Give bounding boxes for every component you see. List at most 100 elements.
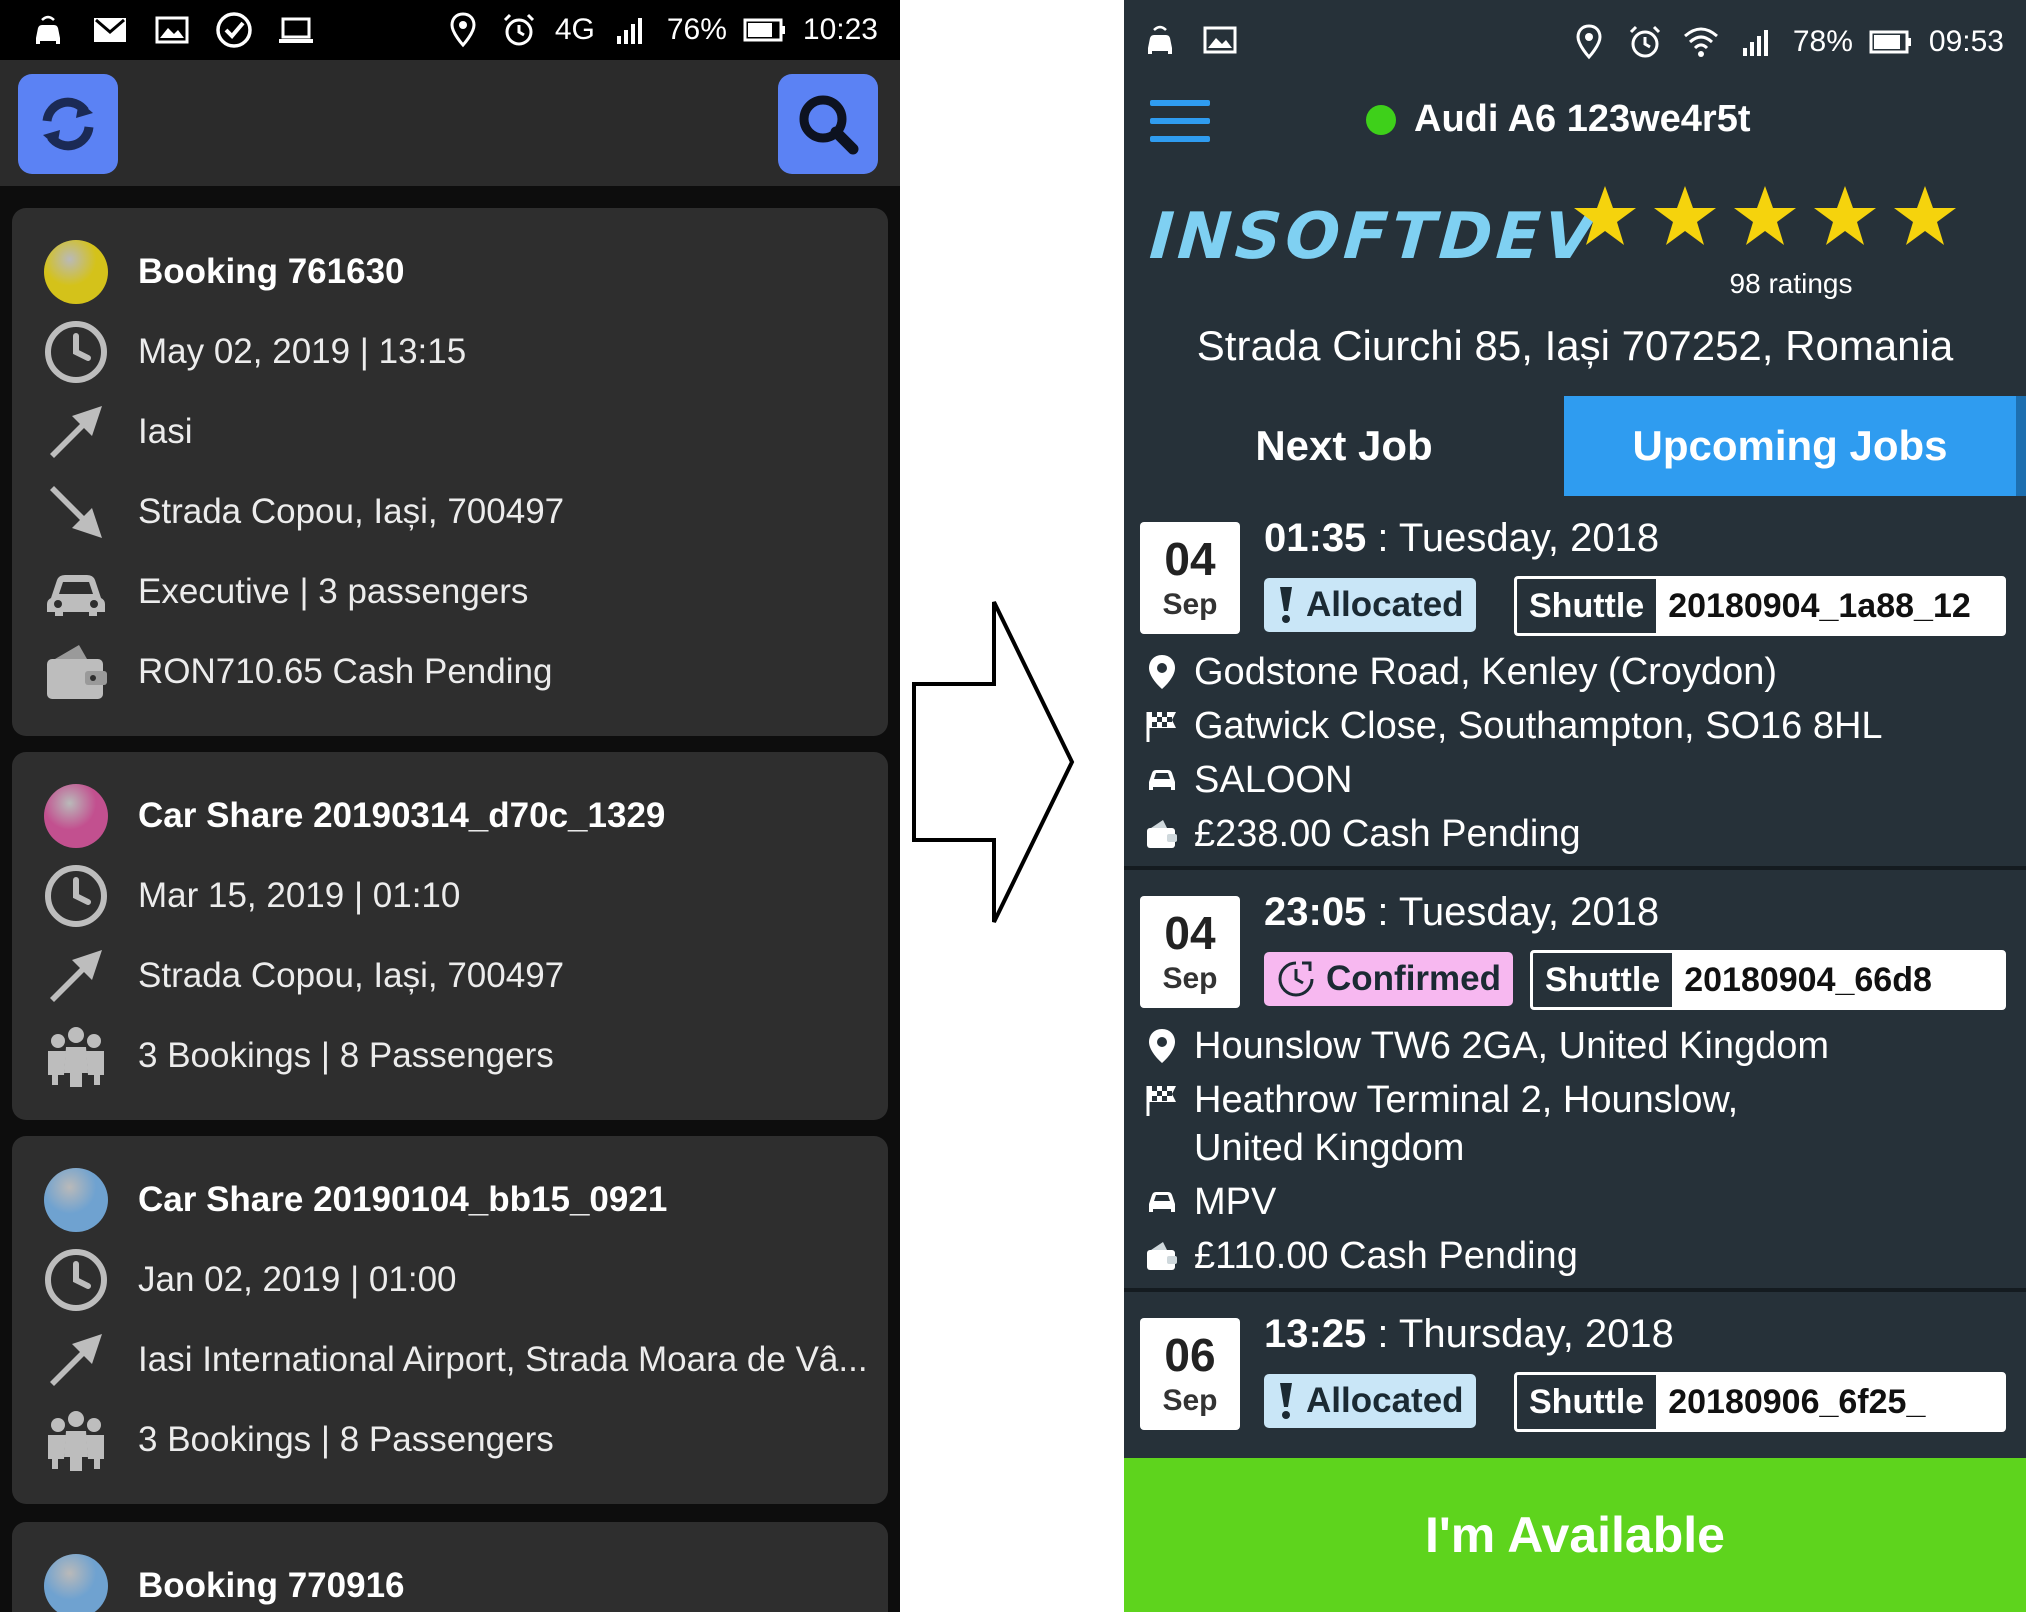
job-date-text: : Tuesday, 2018 (1366, 516, 1660, 560)
shuttle-tag: Shuttle 20180904_66d8 (1530, 950, 2006, 1010)
signal-icon (1742, 30, 1768, 56)
ratings-count: 98 ratings (1729, 268, 1853, 299)
exclamation-icon (1276, 585, 1296, 625)
booking-card[interactable]: Car Share 20190104_bb15_0921 Jan 02, 2019… (12, 1136, 888, 1504)
job-item[interactable]: 04 Sep 01:35 : Tuesday, 2018 Allocated Shutt… (1124, 496, 2026, 870)
booking-title: Booking 761630 (138, 252, 405, 291)
dropoff-arrow-icon (40, 476, 112, 548)
bookings-list[interactable]: Booking 761630 May 02, 2019 | 13:15 Iasi St… (0, 186, 900, 1612)
alarm-icon (503, 13, 534, 46)
booking-card[interactable]: Booking 761630 May 02, 2019 | 13:15 Iasi St… (12, 208, 888, 736)
tab-label: Upcoming Jobs (1632, 422, 1948, 469)
refresh-button[interactable] (18, 74, 118, 174)
app-header: Audi A6 123we4r5t (1124, 86, 2026, 176)
tab-scroll-edge (2016, 396, 2026, 496)
job-status-label: Allocated (1306, 1381, 1464, 1420)
booking-detail-text: Executive | 3 passengers (138, 572, 529, 611)
status-dot (44, 784, 108, 848)
battery-percent: 78% (1792, 25, 1853, 58)
booking-detail-row: Iasi International Airport, Strada Moara… (12, 1320, 888, 1400)
payment-text: £110.00 Cash Pending (1194, 1235, 1578, 1277)
wallet-icon (1144, 814, 1180, 854)
tab-next-job[interactable]: Next Job (1124, 396, 1564, 496)
shuttle-tag: Shuttle 20180904_1a88_12 (1514, 576, 2006, 636)
checkered-flag-icon (1144, 706, 1180, 746)
job-month: Sep (1162, 962, 1218, 995)
pickup-arrow-icon (40, 396, 112, 468)
booking-title-row: Booking 761630 (12, 232, 888, 312)
clock-icon (40, 316, 112, 388)
job-vehicle: MPV (1144, 1178, 1276, 1226)
available-button[interactable]: I'm Available (1124, 1458, 2026, 1612)
status-dot-icon (40, 780, 112, 852)
shuttle-id: 20180904_66d8 (1684, 960, 1932, 999)
job-time: 13:25 (1264, 1312, 1367, 1356)
job-payment: £238.00 Cash Pending (1144, 810, 1581, 858)
job-day: 04 (1164, 533, 1216, 585)
search-icon (799, 95, 859, 155)
car-signal-icon (1148, 25, 1172, 54)
pin-icon (1144, 1026, 1180, 1066)
job-status-label: Allocated (1306, 585, 1464, 624)
people-icon (40, 1020, 112, 1092)
battery-icon (1869, 30, 1911, 54)
booking-title-row: Car Share 20190104_bb15_0921 (12, 1160, 888, 1240)
booking-card[interactable]: Booking 770916 (12, 1522, 888, 1612)
status-bar: 78% 09:53 (1124, 0, 2026, 86)
booking-detail-row: Strada Copou, Iași, 700497 (12, 936, 888, 1016)
payment-text: £238.00 Cash Pending (1194, 813, 1581, 855)
shuttle-label: Shuttle (1517, 1375, 1657, 1429)
status-dot-icon (40, 236, 112, 308)
right-phone-screen: 78% 09:53 Audi A6 123we4r5t INSOFTDEV 98… (1124, 0, 2026, 1612)
booking-detail-text: Mar 15, 2019 | 01:10 (138, 876, 461, 915)
booking-detail-row: May 02, 2019 | 13:15 (12, 312, 888, 392)
dropoff-text: Gatwick Close, Southampton, SO16 8HL (1194, 705, 1883, 747)
status-dot (44, 1554, 108, 1612)
upcoming-jobs-list[interactable]: 04 Sep 01:35 : Tuesday, 2018 Allocated Shutt… (1124, 496, 2026, 1456)
dropoff-text: United Kingdom (1194, 1127, 1465, 1169)
booking-detail-text: Iasi (138, 412, 193, 451)
booking-detail-row: RON710.65 Cash Pending (12, 632, 888, 712)
shuttle-id: 20180906_6f25_ (1668, 1382, 1926, 1421)
job-tabs: Next Job Upcoming Jobs (1124, 396, 2026, 496)
exclamation-icon (1276, 1381, 1296, 1421)
booking-detail-text: Strada Copou, Iași, 700497 (138, 492, 565, 531)
shuttle-tag: Shuttle 20180906_6f25_ (1514, 1372, 2006, 1432)
pin-icon (1144, 652, 1180, 692)
job-month: Sep (1162, 1384, 1218, 1417)
clock-icon (40, 1244, 112, 1316)
job-date-box: 04 Sep (1140, 522, 1240, 634)
car-signal-icon (36, 15, 60, 44)
network-type: 4G (554, 13, 595, 46)
job-status-badge: Allocated (1264, 1374, 1476, 1428)
job-dropoff: Gatwick Close, Southampton, SO16 8HL (1144, 702, 1883, 750)
battery-percent: 76% (666, 13, 727, 46)
status-dot (44, 1168, 108, 1232)
vehicle-type: SALOON (1194, 759, 1353, 801)
vehicle-name: Audi A6 123we4r5t (1414, 98, 1751, 140)
left-phone-screen: 4G 76% 10:23 Booking 761630 May 02, 2019 … (0, 0, 900, 1612)
location-icon (450, 12, 476, 48)
booking-detail-text: 3 Bookings | 8 Passengers (138, 1036, 554, 1075)
checkered-flag-icon (1144, 1080, 1180, 1120)
booking-detail-row: Jan 02, 2019 | 01:00 (12, 1240, 888, 1320)
shuttle-label: Shuttle (1533, 953, 1673, 1007)
location-icon (1576, 24, 1602, 60)
tab-upcoming-jobs[interactable]: Upcoming Jobs (1564, 396, 2016, 496)
menu-icon[interactable] (1150, 100, 1210, 148)
top-toolbar (0, 60, 900, 186)
booking-detail-text: Iasi International Airport, Strada Moara… (138, 1340, 868, 1379)
battery-icon (743, 18, 785, 42)
booking-detail-row: Executive | 3 passengers (12, 552, 888, 632)
job-date-box: 06 Sep (1140, 1318, 1240, 1430)
job-datetime: 23:05 : Tuesday, 2018 (1264, 890, 1659, 935)
booking-card[interactable]: Car Share 20190314_d70c_1329 Mar 15, 2019… (12, 752, 888, 1120)
search-button[interactable] (778, 74, 878, 174)
job-item[interactable]: 04 Sep 23:05 : Tuesday, 2018 Confirmed Shutt… (1124, 870, 2026, 1292)
laptop-icon (279, 17, 313, 43)
dropoff-text: Heathrow Terminal 2, Hounslow, (1194, 1079, 1739, 1121)
alarm-icon (1629, 25, 1660, 58)
gmail-icon (94, 18, 126, 42)
tab-label: Next Job (1255, 422, 1433, 469)
booking-detail-text: 3 Bookings | 8 Passengers (138, 1420, 554, 1459)
